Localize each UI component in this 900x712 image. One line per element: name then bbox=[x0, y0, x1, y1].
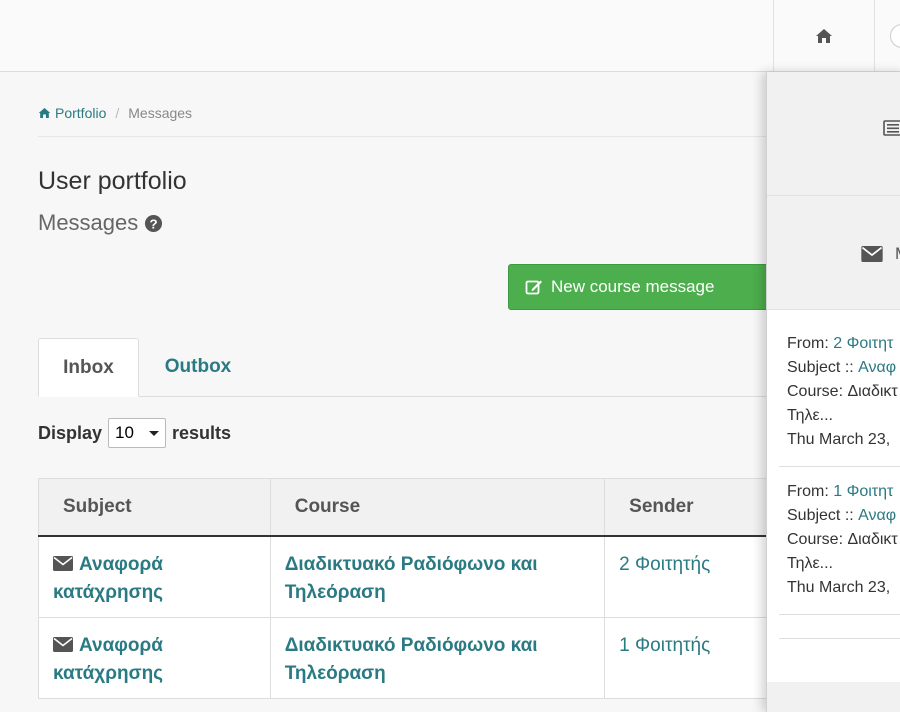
sender-cell: 1 Φοιτητής bbox=[604, 617, 778, 699]
course-cell: Διαδικτυακό Ραδιόφωνο και Τηλεόραση bbox=[269, 617, 606, 699]
tab-outbox[interactable]: Outbox bbox=[148, 338, 248, 396]
course-text-continued: Τηλε... bbox=[787, 555, 833, 572]
breadcrumb-separator: / bbox=[115, 105, 120, 121]
breadcrumb-home-label: Portfolio bbox=[55, 105, 107, 121]
side-panel-header bbox=[767, 72, 900, 196]
course-text-continued: Τηλε... bbox=[787, 407, 833, 424]
column-header-sender[interactable]: Sender bbox=[604, 478, 778, 537]
column-header-course[interactable]: Course bbox=[269, 478, 606, 537]
subject-label: Subject :: bbox=[787, 359, 854, 376]
envelope-icon bbox=[53, 637, 73, 652]
message-date: Thu March 23, bbox=[787, 579, 891, 596]
help-icon[interactable]: ? bbox=[144, 214, 163, 233]
sender-link[interactable]: 2 Φοιτητής bbox=[619, 554, 710, 575]
sender-cell: 2 Φοιτητής bbox=[604, 535, 778, 618]
divider bbox=[779, 466, 900, 467]
tab-inbox[interactable]: Inbox bbox=[38, 338, 139, 397]
display-length-control: Display 10 results bbox=[38, 418, 231, 448]
subject-cell: Αναφορά κατάχρησης bbox=[38, 617, 271, 699]
course-text: Course: Διαδικτ bbox=[787, 531, 898, 548]
sender-link[interactable]: 1 Φοιτητής bbox=[619, 635, 710, 656]
display-suffix: results bbox=[172, 422, 232, 443]
side-panel-footer bbox=[767, 682, 900, 712]
new-course-message-button[interactable]: New course message bbox=[508, 264, 770, 310]
new-course-message-label: New course message bbox=[551, 277, 715, 296]
tab-outbox-label: Outbox bbox=[164, 356, 232, 377]
display-prefix: Display bbox=[38, 422, 103, 443]
envelope-icon bbox=[861, 246, 883, 262]
table-row: Αναφορά κατάχρησης Διαδικτυακό Ραδιόφωνο… bbox=[38, 535, 778, 618]
from-link[interactable]: 2 Φοιτητ bbox=[833, 335, 893, 352]
table-row: Αναφορά κατάχρησης Διαδικτυακό Ραδιόφωνο… bbox=[38, 617, 778, 699]
messages-table: Subject Course Sender Αναφορά κατάχρησης… bbox=[38, 478, 778, 699]
message-tabs: Inbox Outbox bbox=[38, 338, 768, 397]
home-icon bbox=[816, 28, 832, 43]
subject-link[interactable]: Αναφ bbox=[858, 359, 896, 376]
envelope-icon bbox=[53, 556, 73, 571]
subject-cell: Αναφορά κατάχρησης bbox=[38, 535, 271, 618]
svg-text:?: ? bbox=[150, 216, 158, 231]
from-label: From: bbox=[787, 335, 829, 352]
divider bbox=[779, 638, 900, 639]
course-link[interactable]: Διαδικτυακό Ραδιόφωνο και Τηλεόραση bbox=[285, 635, 538, 684]
message-date: Thu March 23, bbox=[787, 431, 891, 448]
breadcrumb: Portfolio / Messages bbox=[38, 105, 192, 121]
divider bbox=[38, 136, 768, 137]
course-link[interactable]: Διαδικτυακό Ραδιόφωνο και Τηλεόραση bbox=[285, 554, 538, 603]
page-subtitle: Messages ? bbox=[38, 210, 163, 236]
edit-icon bbox=[525, 280, 542, 295]
side-panel-messages-header: M bbox=[767, 196, 900, 310]
top-navbar bbox=[0, 0, 900, 72]
tab-inbox-label: Inbox bbox=[63, 356, 114, 378]
page-subtitle-text: Messages bbox=[38, 210, 139, 235]
breadcrumb-current: Messages bbox=[128, 105, 193, 121]
side-message-item[interactable]: From: 2 Φοιτητ Subject :: Αναφ Course: Δ… bbox=[787, 332, 900, 452]
list-icon[interactable] bbox=[883, 120, 900, 136]
column-header-subject[interactable]: Subject bbox=[38, 478, 271, 537]
page-title: User portfolio bbox=[38, 167, 187, 195]
course-text: Course: Διαδικτ bbox=[787, 383, 898, 400]
from-link[interactable]: 1 Φοιτητ bbox=[833, 483, 893, 500]
caret-down-icon bbox=[149, 430, 160, 436]
divider bbox=[779, 614, 900, 615]
messages-side-panel: M From: 2 Φοιτητ Subject :: Αναφ Course:… bbox=[766, 72, 900, 712]
home-icon bbox=[38, 107, 51, 119]
table-header-row: Subject Course Sender bbox=[38, 478, 778, 537]
subject-label: Subject :: bbox=[787, 507, 854, 524]
subject-link[interactable]: Αναφ bbox=[858, 507, 896, 524]
breadcrumb-portfolio-link[interactable]: Portfolio bbox=[38, 105, 106, 121]
side-panel-header-letter: M bbox=[895, 244, 900, 264]
user-menu-button[interactable] bbox=[890, 24, 900, 48]
course-cell: Διαδικτυακό Ραδιόφωνο και Τηλεόραση bbox=[269, 535, 606, 618]
from-label: From: bbox=[787, 483, 829, 500]
results-per-page-value: 10 bbox=[115, 423, 134, 442]
side-message-item[interactable]: From: 1 Φοιτητ Subject :: Αναφ Course: Δ… bbox=[787, 480, 900, 600]
home-button[interactable] bbox=[773, 0, 875, 71]
results-per-page-select[interactable]: 10 bbox=[108, 418, 167, 448]
